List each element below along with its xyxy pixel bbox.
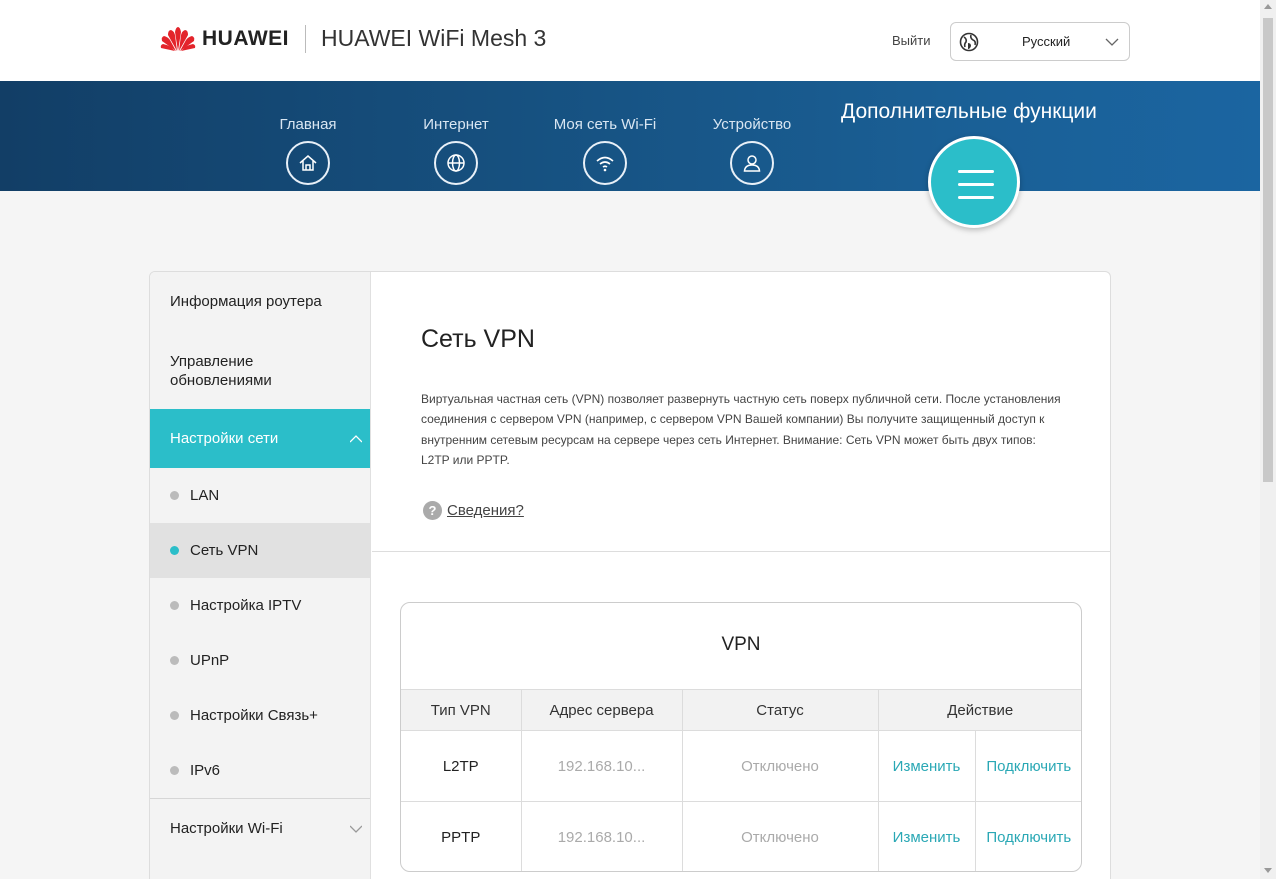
wifi-icon bbox=[583, 141, 627, 185]
sidebar-subitem-lan[interactable]: LAN bbox=[150, 468, 370, 523]
language-select[interactable]: Русский bbox=[950, 22, 1130, 61]
content-panel: Информация роутера Управление обновления… bbox=[149, 271, 1111, 879]
sidebar-item-label: Настройки Wi-Fi bbox=[170, 820, 283, 837]
sidebar-subitem-upnp[interactable]: UPnP bbox=[150, 633, 370, 688]
advanced-menu-button[interactable] bbox=[928, 136, 1020, 228]
scroll-down-arrow-icon[interactable] bbox=[1264, 868, 1272, 873]
language-label: Русский bbox=[1022, 34, 1071, 49]
user-icon bbox=[730, 141, 774, 185]
connect-button[interactable]: Подключить bbox=[974, 801, 1081, 871]
brand-name: HUAWEI bbox=[202, 27, 289, 50]
status-cell: Отключено bbox=[681, 801, 879, 871]
table-header-row: Тип VPN Адрес сервера Статус Действие bbox=[401, 689, 1081, 731]
nav-device[interactable]: Устройство bbox=[697, 81, 807, 185]
sidebar-subitem-label: Сеть VPN bbox=[190, 542, 259, 559]
huawei-logo: HUAWEI bbox=[160, 25, 289, 53]
chevron-down-icon bbox=[350, 825, 362, 833]
vpn-table-title: VPN bbox=[721, 634, 761, 655]
scrollbar[interactable] bbox=[1260, 0, 1276, 879]
bullet-icon bbox=[170, 546, 179, 555]
edit-button[interactable]: Изменить bbox=[877, 730, 976, 802]
sidebar-subitem-label: Настройки Связь+ bbox=[190, 707, 318, 724]
home-icon bbox=[286, 141, 330, 185]
nav-wifi[interactable]: Моя сеть Wi-Fi bbox=[549, 81, 661, 185]
main-content: Сеть VPN Виртуальная частная сеть (VPN) … bbox=[372, 272, 1110, 879]
globe-icon bbox=[434, 141, 478, 185]
chevron-up-icon bbox=[350, 435, 362, 443]
sidebar-item-router-info[interactable]: Информация роутера bbox=[150, 272, 370, 332]
sidebar-item-label: Настройки сети bbox=[170, 430, 279, 447]
sidebar-item-network-settings[interactable]: Настройки сети bbox=[150, 409, 370, 468]
nav-internet[interactable]: Интернет bbox=[401, 81, 511, 185]
scroll-up-arrow-icon[interactable] bbox=[1264, 4, 1272, 9]
nav-home-label: Главная bbox=[279, 116, 337, 133]
sidebar-subitem-vpn[interactable]: Сеть VPN bbox=[150, 523, 370, 578]
logo-divider bbox=[305, 25, 306, 53]
sidebar-subitem-label: Настройка IPTV bbox=[190, 597, 302, 614]
sidebar-item-label: Информация роутера bbox=[170, 293, 322, 310]
server-address-cell: 192.168.10... bbox=[520, 801, 683, 871]
top-bar: HUAWEI HUAWEI WiFi Mesh 3 Выйти Русский bbox=[0, 0, 1260, 81]
sidebar-item-label: Управление обновлениями bbox=[170, 353, 272, 389]
sidebar-item-wifi-settings[interactable]: Настройки Wi-Fi bbox=[150, 799, 370, 859]
logout-link[interactable]: Выйти bbox=[892, 33, 931, 48]
bullet-icon bbox=[170, 766, 179, 775]
sidebar-subitem-svyaz-plus[interactable]: Настройки Связь+ bbox=[150, 688, 370, 743]
nav-wifi-label: Моя сеть Wi-Fi bbox=[553, 116, 657, 133]
status-cell: Отключено bbox=[681, 730, 879, 802]
chevron-down-icon bbox=[1105, 38, 1119, 46]
column-header: Тип VPN bbox=[401, 689, 522, 731]
page-title: Сеть VPN bbox=[421, 325, 535, 353]
bullet-icon bbox=[170, 491, 179, 500]
help-link[interactable]: ? Сведения? bbox=[423, 501, 524, 520]
connect-button[interactable]: Подключить bbox=[974, 730, 1081, 802]
bullet-icon bbox=[170, 711, 179, 720]
page-description: Виртуальная частная сеть (VPN) позволяет… bbox=[421, 392, 1061, 468]
nav-advanced[interactable]: Дополнительные функции bbox=[841, 100, 1097, 124]
edit-button[interactable]: Изменить bbox=[877, 801, 976, 871]
bullet-icon bbox=[170, 601, 179, 610]
sidebar: Информация роутера Управление обновления… bbox=[150, 272, 371, 879]
column-header: Действие bbox=[877, 689, 1081, 731]
server-address-cell: 192.168.10... bbox=[520, 730, 683, 802]
table-row: PPTP 192.168.10... Отключено Изменить По… bbox=[401, 801, 1081, 871]
section-divider bbox=[372, 551, 1110, 552]
product-name: HUAWEI WiFi Mesh 3 bbox=[321, 25, 547, 51]
vpn-type-cell: L2TP bbox=[401, 730, 522, 802]
nav-device-label: Устройство bbox=[712, 116, 792, 133]
bullet-icon bbox=[170, 656, 179, 665]
globe-icon bbox=[959, 32, 979, 52]
sidebar-subitem-ipv6[interactable]: IPv6 bbox=[150, 743, 370, 798]
vpn-table: Тип VPN Адрес сервера Статус Действие L2… bbox=[401, 689, 1081, 871]
question-icon: ? bbox=[423, 501, 442, 520]
vpn-type-cell: PPTP bbox=[401, 801, 522, 871]
help-link-label: Сведения? bbox=[447, 502, 524, 519]
sidebar-subitem-label: LAN bbox=[190, 487, 220, 504]
menu-icon bbox=[958, 170, 994, 173]
huawei-petal-icon bbox=[160, 27, 196, 51]
vpn-table-card: VPN Тип VPN Адрес сервера Статус Действи… bbox=[400, 602, 1082, 872]
sidebar-subitem-label: UPnP bbox=[190, 652, 230, 669]
sidebar-subitem-label: IPv6 bbox=[190, 762, 221, 779]
sidebar-subitem-iptv[interactable]: Настройка IPTV bbox=[150, 578, 370, 633]
scroll-thumb[interactable] bbox=[1263, 18, 1273, 482]
nav-home[interactable]: Главная bbox=[253, 81, 363, 185]
main-nav: Главная Интернет Моя сеть Wi-Fi Устройст… bbox=[0, 81, 1260, 191]
sidebar-item-update-management[interactable]: Управление обновлениями bbox=[150, 332, 370, 409]
table-row: L2TP 192.168.10... Отключено Изменить По… bbox=[401, 730, 1081, 802]
column-header: Адрес сервера bbox=[520, 689, 683, 731]
nav-internet-label: Интернет bbox=[423, 116, 489, 133]
column-header: Статус bbox=[681, 689, 879, 731]
